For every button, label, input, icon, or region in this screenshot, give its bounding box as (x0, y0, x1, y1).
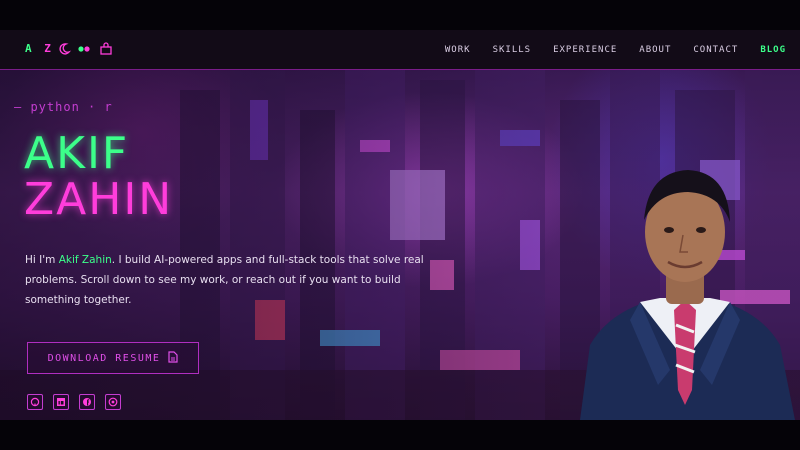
email-icon[interactable] (105, 394, 121, 410)
nav-link-contact[interactable]: CONTACT (693, 45, 738, 55)
document-icon (168, 350, 179, 366)
bio-name-link[interactable]: Akif Zahin (59, 254, 112, 266)
linkedin-icon[interactable] (53, 394, 69, 410)
nav-link-experience[interactable]: EXPERIENCE (553, 45, 617, 55)
letterbox-bottom (0, 420, 800, 450)
bio-prefix: Hi I'm (25, 254, 59, 266)
logo-letter-z: Z (44, 42, 54, 55)
github-icon[interactable] (27, 394, 43, 410)
letterbox-top (0, 0, 800, 30)
download-resume-label: DOWNLOAD RESUME (47, 352, 161, 364)
hero-tagline: – python · r (14, 100, 113, 114)
nav-links: WORK SKILLS EXPERIENCE ABOUT CONTACT BLO… (445, 30, 786, 70)
social-links (27, 394, 121, 410)
facebook-icon[interactable] (79, 394, 95, 410)
profile-portrait (580, 170, 795, 420)
site-logo[interactable]: A Z (25, 42, 54, 55)
logo-letter-a: A (25, 42, 35, 55)
nav-link-work[interactable]: WORK (445, 45, 471, 55)
hero-bio: Hi I'm Akif Zahin. I build AI-powered ap… (25, 250, 455, 310)
bag-icon[interactable] (98, 41, 114, 57)
toggle-icon[interactable] (76, 41, 92, 57)
hero-first-name: AKIF (24, 128, 130, 179)
nav-link-blog[interactable]: BLOG (760, 45, 786, 55)
nav-link-about[interactable]: ABOUT (639, 45, 671, 55)
download-resume-button[interactable]: DOWNLOAD RESUME (27, 342, 199, 374)
moon-icon[interactable] (56, 41, 72, 57)
nav-link-skills[interactable]: SKILLS (493, 45, 532, 55)
navbar: A Z WORK SKILLS EXPERIENCE ABOUT CONTACT… (0, 30, 800, 70)
hero-section: – python · r AKIF ZAHIN Hi I'm Akif Zahi… (0, 70, 800, 420)
hero-last-name: ZAHIN (24, 174, 174, 225)
